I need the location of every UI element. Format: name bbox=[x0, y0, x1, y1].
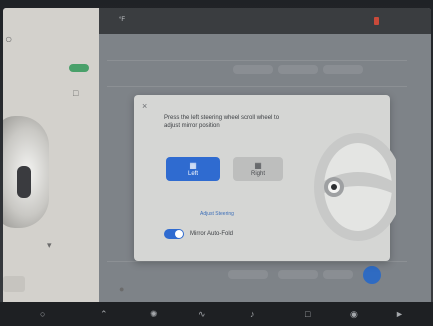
auto-fold-label: Mirror Auto-Fold bbox=[190, 231, 234, 237]
touchscreen: ○ □ ▾ °F ● × Press the left steering whe… bbox=[3, 8, 431, 308]
left-mirror-button[interactable]: ▦ Left bbox=[166, 157, 220, 181]
volume-icon[interactable]: ► bbox=[395, 309, 404, 319]
settings-chip[interactable] bbox=[323, 65, 363, 74]
settings-divider bbox=[107, 261, 407, 262]
settings-divider bbox=[107, 60, 407, 61]
record-icon bbox=[374, 17, 379, 25]
adjust-steering-link[interactable]: Adjust Steering bbox=[200, 211, 234, 217]
steering-wheel-illustration bbox=[314, 133, 396, 241]
camera-icon[interactable]: ◉ bbox=[350, 309, 358, 320]
left-mirror-label: Left bbox=[187, 171, 198, 177]
mirror-icon: ▦ bbox=[254, 161, 262, 170]
status-temp: °F bbox=[119, 17, 126, 23]
mirror-icon: ▦ bbox=[189, 161, 197, 170]
info-icon[interactable]: ● bbox=[119, 284, 124, 294]
settings-chip[interactable] bbox=[278, 270, 318, 279]
auto-fold-switch[interactable] bbox=[164, 229, 184, 239]
status-bar: °F bbox=[99, 8, 431, 34]
right-mirror-button[interactable]: ▦ Right bbox=[233, 157, 283, 181]
car-view-panel: ○ □ ▾ bbox=[3, 8, 99, 308]
trunk-toggle[interactable] bbox=[69, 64, 89, 72]
settings-circle-button[interactable] bbox=[363, 266, 381, 284]
fan-icon[interactable]: ✺ bbox=[150, 309, 158, 320]
settings-chip[interactable] bbox=[228, 270, 268, 279]
settings-chip[interactable] bbox=[233, 65, 273, 74]
phone-icon[interactable]: □ bbox=[305, 309, 310, 319]
frunk-icon[interactable]: □ bbox=[73, 88, 78, 98]
microphone-icon[interactable]: ▾ bbox=[47, 240, 52, 251]
car-headlight bbox=[17, 166, 31, 198]
left-panel-button[interactable] bbox=[3, 276, 25, 292]
bottom-dock: ○ ⌃ ✺ ∿ ♪ □ ◉ ► bbox=[0, 302, 433, 326]
music-icon[interactable]: ♪ bbox=[250, 309, 255, 319]
chevron-up-icon[interactable]: ⌃ bbox=[100, 309, 108, 320]
seat-heat-icon[interactable]: ∿ bbox=[198, 309, 206, 320]
close-icon[interactable]: × bbox=[142, 101, 147, 111]
right-mirror-label: Right bbox=[250, 171, 265, 177]
settings-chip[interactable] bbox=[323, 270, 353, 279]
mirror-adjust-dialog: × Press the left steering wheel scroll w… bbox=[134, 95, 396, 261]
car-icon[interactable]: ○ bbox=[40, 309, 45, 319]
settings-divider bbox=[107, 86, 407, 87]
settings-chip[interactable] bbox=[278, 65, 318, 74]
dialog-title: Press the left steering wheel scroll whe… bbox=[164, 115, 280, 129]
lock-icon[interactable]: ○ bbox=[5, 32, 12, 46]
switch-knob bbox=[175, 230, 183, 238]
